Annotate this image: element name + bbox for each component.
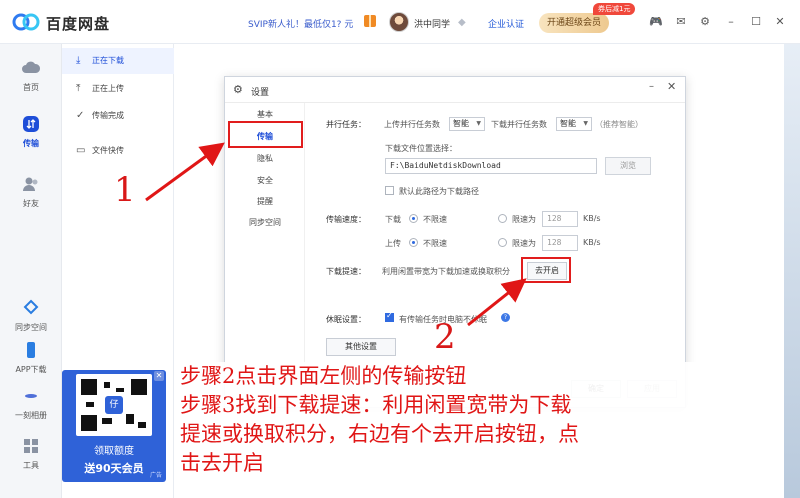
recommend-note: （推荐智能） (595, 120, 643, 129)
sub-item-uploading[interactable]: ⤒ 正在上传 (62, 76, 174, 102)
sleep-checkbox[interactable] (385, 311, 394, 322)
annotation-number-2: 2 (434, 317, 456, 357)
sub-item-done[interactable]: ✓ 传输完成 (62, 103, 174, 129)
upload-unlimited-radio[interactable] (409, 238, 418, 247)
left-nav: 首页 传输 好友 同步空间 APP下载 一刻相册 工具 (0, 44, 62, 498)
dialog-title: 设置 (251, 88, 270, 98)
upload-parallel-select[interactable]: 智能 ▼ (449, 117, 485, 131)
nav-app-download[interactable]: APP下载 (0, 340, 62, 375)
tools-grid-icon (24, 439, 38, 453)
ad-label: 广告 (149, 472, 162, 479)
nav-transfer[interactable]: 传输 (0, 114, 62, 149)
open-vip-button[interactable]: 开通超级会员 (539, 13, 609, 33)
nav-friends[interactable]: 好友 (0, 174, 62, 209)
settings-tab-reminder[interactable]: 提醒 (225, 196, 305, 207)
username[interactable]: 洪中同学 (414, 17, 450, 30)
download-limit-radio[interactable] (498, 214, 507, 223)
settings-tab-basic[interactable]: 基本 (225, 109, 305, 120)
title-bar: 百度网盘 SVIP新人礼！最低仅1? 元 洪中同学 ◆ 企业认证 开通超级会员 … (0, 0, 800, 44)
dialog-header: ⚙ 设置 – ✕ (225, 77, 685, 103)
speed-label: 传输速度： (326, 215, 366, 224)
upload-unlimited-label: 不限速 (423, 239, 447, 248)
game-icon[interactable]: 🎮 (648, 14, 664, 30)
wallpaper-edge (784, 44, 800, 498)
default-path-label: 默认此路径为下载路径 (399, 187, 479, 196)
app-name: 百度网盘 (46, 15, 111, 33)
friends-icon (23, 177, 38, 191)
sleep-label: 休眠设置： (326, 315, 366, 324)
download-parallel-select[interactable]: 智能 ▼ (556, 117, 592, 131)
annotation-number-1: 1 (114, 170, 136, 210)
parallel-label: 并行任务： (326, 120, 366, 129)
download-unit: KB/s (583, 214, 601, 223)
other-settings-button[interactable]: 其他设置 (326, 338, 396, 356)
download-speed-label: 下载 (385, 215, 401, 224)
minimize-icon[interactable]: – (723, 14, 739, 30)
annotation-text: 步骤2点击界面左侧的传输按钮 步骤3找到下载提速：利用闲置宽带为下载 提速或换取… (180, 362, 780, 478)
download-parallel-label: 下载并行任务数 (491, 120, 547, 129)
dialog-minimize-icon[interactable]: – (649, 81, 654, 92)
chevron-down-icon: ▼ (476, 120, 481, 127)
download-icon: ⤓ (76, 55, 81, 66)
help-icon[interactable]: ? (501, 313, 510, 322)
upload-icon: ⤒ (76, 83, 81, 94)
chevron-down-icon: ▼ (583, 120, 588, 127)
close-icon[interactable]: ✕ (772, 14, 788, 30)
browse-button[interactable]: 浏览 (605, 157, 651, 175)
avatar[interactable] (389, 12, 409, 32)
annotation-line-4: 击去开启 (180, 451, 264, 475)
download-limit-input[interactable]: 128 (542, 211, 578, 227)
boost-label: 下载提速： (326, 267, 366, 276)
vip-discount-badge: 券后减1元 (593, 3, 636, 15)
svip-promo-link[interactable]: SVIP新人礼！最低仅1? 元 (248, 17, 353, 30)
settings-gear-icon[interactable]: ⚙ (697, 14, 713, 30)
highlight-enable-boost (521, 257, 571, 283)
gear-icon: ⚙ (233, 83, 243, 96)
sync-icon (23, 299, 39, 315)
mail-icon[interactable]: ✉ (673, 14, 689, 30)
annotation-line-1: 步骤2点击界面左侧的传输按钮 (180, 364, 467, 388)
nav-home[interactable]: 首页 (0, 58, 62, 93)
sub-item-quick-send[interactable]: ▭ 文件快传 (62, 138, 174, 164)
monitor-icon: ▭ (76, 145, 86, 156)
annotation-line-3: 提速或换取积分，右边有个去开启按钮，点 (180, 422, 579, 446)
highlight-transfer-tab (228, 121, 303, 148)
check-circle-icon: ✓ (76, 110, 85, 121)
upload-limit-radio[interactable] (498, 238, 507, 247)
upload-limit-label: 限速为 (512, 239, 536, 248)
upload-parallel-label: 上传并行任务数 (384, 120, 440, 129)
nav-sync-space[interactable]: 同步空间 (0, 298, 62, 333)
boost-description: 利用闲置带宽为下载加速或换取积分 (382, 267, 510, 276)
cloud-icon (22, 61, 41, 73)
settings-tab-sync-space[interactable]: 同步空间 (225, 217, 305, 228)
qr-code-icon: 仔 (76, 374, 152, 436)
settings-tab-security[interactable]: 安全 (225, 175, 305, 186)
upload-limit-input[interactable]: 128 (542, 235, 578, 251)
gift-icon[interactable] (364, 15, 376, 27)
annotation-line-2: 步骤3找到下载提速：利用闲置宽带为下载 (180, 393, 572, 417)
maximize-icon[interactable]: ☐ (748, 14, 764, 30)
dialog-close-icon[interactable]: ✕ (667, 80, 676, 93)
baidu-netdisk-logo-icon (12, 13, 40, 31)
promo-line1: 领取额度 (94, 446, 134, 457)
download-unlimited-label: 不限速 (423, 215, 447, 224)
download-path-input[interactable]: F:\BaiduNetdiskDownload (385, 158, 597, 174)
download-unlimited-radio[interactable] (409, 214, 418, 223)
download-limit-label: 限速为 (512, 215, 536, 224)
download-location-label: 下载文件位置选择： (385, 144, 457, 153)
phone-icon (27, 342, 35, 358)
photo-icon (25, 394, 37, 398)
upload-speed-label: 上传 (385, 239, 401, 248)
upload-unit: KB/s (583, 238, 601, 247)
promo-close-icon[interactable]: ✕ (154, 371, 164, 381)
enterprise-auth-link[interactable]: 企业认证 (488, 17, 524, 30)
transfer-icon (23, 116, 39, 132)
promo-card[interactable]: 仔 ✕ 领取额度 送90天会员 广告 (62, 370, 166, 482)
diamond-icon: ◆ (458, 17, 466, 28)
nav-tools[interactable]: 工具 (0, 436, 62, 471)
default-path-checkbox[interactable] (385, 186, 394, 195)
nav-photo[interactable]: 一刻相册 (0, 386, 62, 421)
sub-item-downloading[interactable]: ⤓ 正在下载 (62, 48, 174, 74)
settings-tab-privacy[interactable]: 隐私 (225, 153, 305, 164)
